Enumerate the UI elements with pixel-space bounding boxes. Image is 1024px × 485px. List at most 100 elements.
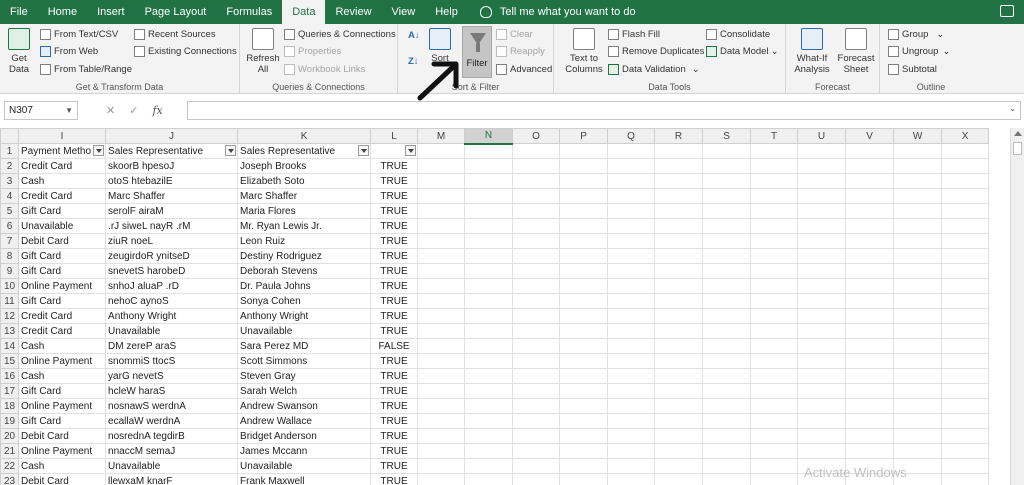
row-header[interactable]: 22 (0, 458, 19, 474)
cell[interactable] (702, 443, 752, 459)
cell[interactable] (464, 308, 514, 324)
column-header-r[interactable]: R (654, 128, 704, 144)
cell[interactable]: Credit Card (17, 158, 107, 174)
cell[interactable] (893, 428, 943, 444)
cell[interactable] (845, 308, 895, 324)
cell[interactable] (654, 443, 704, 459)
cell[interactable] (845, 188, 895, 204)
cell[interactable] (845, 338, 895, 354)
cell[interactable] (750, 293, 799, 309)
tab-formulas[interactable]: Formulas (216, 0, 282, 24)
cell[interactable] (654, 263, 704, 279)
cell[interactable] (702, 233, 752, 249)
cell[interactable] (941, 263, 990, 279)
cell[interactable] (702, 353, 752, 369)
header-cell[interactable] (559, 143, 609, 159)
name-box[interactable]: N307 ▼ (4, 101, 78, 120)
cell[interactable] (512, 368, 561, 384)
cell[interactable] (417, 473, 466, 485)
cell[interactable] (417, 353, 466, 369)
cell[interactable]: Frank Maxwell (237, 473, 372, 485)
cell[interactable] (607, 443, 656, 459)
cell[interactable]: Unavailable (237, 458, 372, 474)
cell[interactable] (845, 383, 895, 399)
cell[interactable]: TRUE (370, 323, 419, 339)
clear-filter-button[interactable]: Clear (496, 29, 533, 40)
cell[interactable] (941, 413, 990, 429)
cell[interactable] (512, 173, 561, 189)
cell[interactable] (417, 233, 466, 249)
cell[interactable]: Cash (17, 368, 107, 384)
cell[interactable] (702, 278, 752, 294)
cell[interactable] (512, 278, 561, 294)
row-header[interactable]: 17 (0, 383, 19, 399)
cell[interactable] (797, 188, 847, 204)
header-cell[interactable] (464, 143, 514, 159)
cell[interactable] (464, 203, 514, 219)
expand-formula-icon[interactable]: ⌄ (1009, 104, 1016, 113)
row-header[interactable]: 18 (0, 398, 19, 414)
cell[interactable] (845, 428, 895, 444)
column-header-t[interactable]: T (750, 128, 799, 144)
tab-insert[interactable]: Insert (87, 0, 135, 24)
cell[interactable] (559, 413, 609, 429)
cell[interactable] (512, 458, 561, 474)
header-cell[interactable] (797, 143, 847, 159)
insert-function-icon[interactable]: fx (152, 104, 162, 117)
cell[interactable] (750, 413, 799, 429)
workbook-links-button[interactable]: Workbook Links (284, 64, 365, 75)
cell[interactable]: .rJ siweL nayR .rM (105, 218, 239, 234)
cell[interactable] (702, 458, 752, 474)
row-header[interactable]: 7 (0, 233, 19, 249)
cell[interactable]: Online Payment (17, 278, 107, 294)
column-header-k[interactable]: K (237, 128, 372, 144)
cell[interactable] (607, 233, 656, 249)
cell[interactable] (559, 338, 609, 354)
cell[interactable] (512, 383, 561, 399)
cell[interactable] (845, 413, 895, 429)
cell[interactable] (845, 398, 895, 414)
cell[interactable] (512, 353, 561, 369)
cell[interactable] (702, 323, 752, 339)
cell[interactable] (464, 443, 514, 459)
cell[interactable] (512, 293, 561, 309)
cell[interactable] (464, 398, 514, 414)
cell[interactable] (654, 233, 704, 249)
cell[interactable] (464, 338, 514, 354)
cell[interactable] (702, 413, 752, 429)
row-header[interactable]: 9 (0, 263, 19, 279)
cell[interactable] (750, 458, 799, 474)
cell[interactable] (797, 353, 847, 369)
cell[interactable] (417, 158, 466, 174)
cell[interactable] (893, 278, 943, 294)
cell[interactable]: serolF airaM (105, 203, 239, 219)
cell[interactable] (559, 218, 609, 234)
cell[interactable] (417, 383, 466, 399)
cell[interactable] (512, 473, 561, 485)
cell[interactable]: Gift Card (17, 293, 107, 309)
cell[interactable] (654, 398, 704, 414)
cell[interactable] (702, 293, 752, 309)
cell[interactable] (417, 218, 466, 234)
cell[interactable] (845, 248, 895, 264)
cell[interactable]: Gift Card (17, 203, 107, 219)
cell[interactable] (464, 188, 514, 204)
cell[interactable] (702, 158, 752, 174)
cell[interactable] (417, 428, 466, 444)
cell[interactable]: TRUE (370, 158, 419, 174)
cell[interactable]: James Mccann (237, 443, 372, 459)
cell[interactable] (607, 398, 656, 414)
cell[interactable] (845, 203, 895, 219)
cell[interactable] (607, 293, 656, 309)
cell[interactable]: Unavailable (237, 323, 372, 339)
row-header[interactable]: 13 (0, 323, 19, 339)
header-cell[interactable] (941, 143, 990, 159)
cell[interactable] (654, 428, 704, 444)
cell[interactable] (559, 263, 609, 279)
cell[interactable]: Dr. Paula Johns (237, 278, 372, 294)
cell[interactable]: Sonya Cohen (237, 293, 372, 309)
cell[interactable] (941, 248, 990, 264)
cell[interactable] (797, 383, 847, 399)
cell[interactable] (559, 278, 609, 294)
cell[interactable] (893, 203, 943, 219)
